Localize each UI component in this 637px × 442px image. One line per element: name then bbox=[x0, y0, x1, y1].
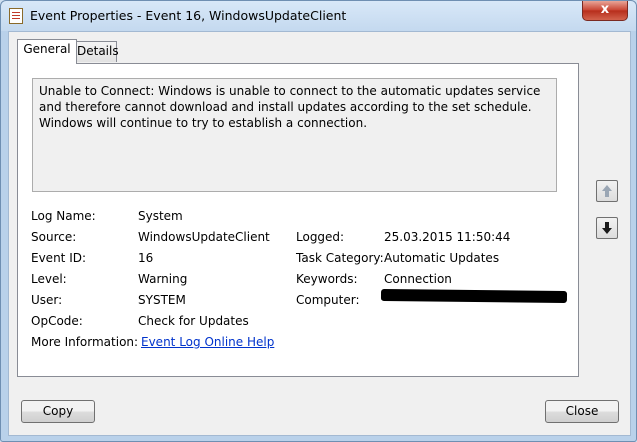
general-tab-panel: Unable to Connect: Windows is unable to … bbox=[17, 63, 579, 377]
user-label: User: bbox=[31, 293, 63, 307]
next-event-button[interactable] bbox=[596, 217, 618, 239]
event-properties-window: Event Properties - Event 16, WindowsUpda… bbox=[0, 0, 637, 442]
keywords-label: Keywords: bbox=[296, 272, 358, 286]
event-viewer-icon bbox=[9, 8, 23, 24]
tab-general[interactable]: General bbox=[17, 39, 77, 64]
level-label: Level: bbox=[31, 272, 67, 286]
task-category-label: Task Category: bbox=[296, 251, 384, 265]
previous-event-button[interactable] bbox=[596, 180, 618, 202]
tab-details[interactable]: Details bbox=[76, 41, 119, 62]
level-value: Warning bbox=[138, 272, 188, 286]
dialog-client-area: General Details Unable to Connect: Windo… bbox=[8, 31, 631, 436]
opcode-label: OpCode: bbox=[31, 314, 83, 328]
log-name-label: Log Name: bbox=[31, 209, 96, 223]
event-description[interactable]: Unable to Connect: Windows is unable to … bbox=[32, 78, 557, 192]
source-value: WindowsUpdateClient bbox=[138, 230, 270, 244]
down-arrow-icon bbox=[602, 222, 612, 234]
user-value: SYSTEM bbox=[138, 293, 186, 307]
opcode-value: Check for Updates bbox=[138, 314, 249, 328]
task-category-value: Automatic Updates bbox=[384, 251, 500, 265]
keywords-value: Connection bbox=[384, 272, 452, 286]
computer-label: Computer: bbox=[296, 293, 360, 307]
more-info-label: More Information: bbox=[31, 335, 139, 349]
copy-button[interactable]: Copy bbox=[21, 400, 95, 423]
up-arrow-icon bbox=[602, 185, 612, 197]
event-id-label: Event ID: bbox=[31, 251, 87, 265]
title-bar[interactable]: Event Properties - Event 16, WindowsUpda… bbox=[1, 1, 636, 31]
logged-value: 25.03.2015 11:50:44 bbox=[384, 230, 511, 244]
event-log-online-help-link[interactable]: Event Log Online Help bbox=[141, 335, 274, 349]
source-label: Source: bbox=[31, 230, 77, 244]
computer-value-redacted bbox=[380, 289, 568, 303]
logged-label: Logged: bbox=[296, 230, 345, 244]
log-name-value: System bbox=[138, 209, 183, 223]
close-window-button[interactable]: x bbox=[582, 1, 628, 21]
window-title: Event Properties - Event 16, WindowsUpda… bbox=[30, 8, 347, 23]
event-id-value: 16 bbox=[138, 251, 154, 265]
close-button[interactable]: Close bbox=[545, 400, 619, 423]
